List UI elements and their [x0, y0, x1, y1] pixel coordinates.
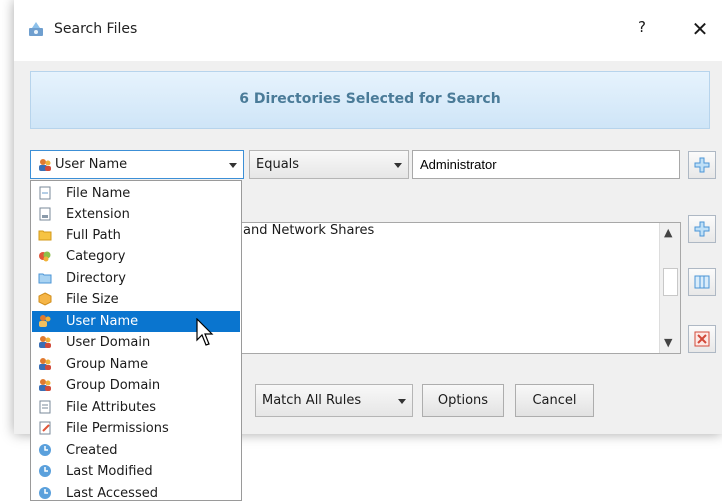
mouse-cursor-icon [196, 318, 214, 346]
dropdown-item-group-domain[interactable]: Group Domain [32, 375, 240, 396]
scroll-thumb[interactable] [663, 268, 678, 296]
dropdown-item-file-permissions[interactable]: File Permissions [32, 418, 240, 439]
match-mode-value: Match All Rules [262, 393, 362, 408]
close-button[interactable]: ✕ [687, 16, 713, 42]
title-bar: Search Files ? ✕ [14, 0, 722, 61]
dropdown-item-file-size[interactable]: File Size [32, 289, 240, 310]
dropdown-item-label: Extension [66, 207, 130, 222]
field-select-value: User Name [55, 157, 128, 172]
dropdown-item-label: Category [66, 249, 126, 264]
plus-icon [694, 221, 710, 237]
dropdown-item-file-attributes[interactable]: File Attributes [32, 397, 240, 418]
box-icon [38, 292, 52, 306]
users-icon [38, 335, 52, 349]
dropdown-item-label: Full Path [66, 228, 121, 243]
remove-item-button[interactable] [688, 325, 716, 353]
users-icon [38, 378, 52, 392]
banner-text: 6 Directories Selected for Search [239, 91, 501, 107]
category-icon [38, 249, 52, 263]
selection-banner: 6 Directories Selected for Search [30, 71, 710, 129]
clock-icon [38, 443, 52, 457]
chevron-down-icon [398, 399, 406, 404]
chevron-up-icon[interactable]: ▲ [664, 226, 672, 239]
dropdown-item-label: User Name [66, 314, 139, 329]
dropdown-item-label: File Permissions [66, 421, 169, 436]
chevron-down-icon[interactable]: ▼ [664, 336, 672, 349]
chevron-down-icon [394, 163, 402, 168]
dropdown-item-category[interactable]: Category [32, 246, 240, 267]
help-button[interactable]: ? [632, 18, 652, 42]
dropdown-item-file-name[interactable]: File Name [32, 183, 240, 204]
window-title: Search Files [54, 21, 138, 37]
app-icon [27, 20, 45, 38]
extension-icon [38, 207, 52, 221]
add-item-button[interactable] [688, 215, 716, 243]
add-rule-button[interactable] [688, 151, 716, 179]
directory-icon [38, 271, 52, 285]
dropdown-item-label: Group Domain [66, 378, 161, 393]
clock-icon [38, 486, 52, 500]
folder-icon [38, 228, 52, 242]
edit-item-button[interactable] [688, 268, 716, 296]
dropdown-item-label: Last Accessed [66, 486, 158, 501]
clock-icon [38, 464, 52, 478]
rule-value-input[interactable] [412, 150, 680, 179]
user-icon [38, 158, 52, 172]
attributes-icon [38, 400, 52, 414]
dropdown-item-label: User Domain [66, 335, 151, 350]
grid-icon [694, 275, 710, 289]
dropdown-item-label: Created [66, 443, 118, 458]
plus-icon [694, 157, 710, 173]
chevron-down-icon [229, 163, 237, 168]
dropdown-item-label: Directory [66, 271, 126, 286]
dropdown-item-label: Last Modified [66, 464, 153, 479]
operator-select[interactable]: Equals [249, 150, 409, 179]
dropdown-item-created[interactable]: Created [32, 440, 240, 461]
dropdown-item-label: File Size [66, 292, 119, 307]
match-mode-select[interactable]: Match All Rules [255, 384, 413, 417]
options-button[interactable]: Options [422, 384, 504, 417]
users-icon [38, 357, 52, 371]
dropdown-item-extension[interactable]: Extension [32, 204, 240, 225]
user-icon [38, 314, 52, 328]
permissions-icon [38, 421, 52, 435]
dropdown-item-label: Group Name [66, 357, 149, 372]
dropdown-item-label: File Attributes [66, 400, 157, 415]
list-item[interactable]: and Network Shares [243, 223, 374, 238]
dropdown-item-directory[interactable]: Directory [32, 268, 240, 289]
dropdown-item-label: File Name [66, 186, 131, 201]
delete-icon [694, 331, 710, 347]
dropdown-item-group-name[interactable]: Group Name [32, 354, 240, 375]
cancel-button[interactable]: Cancel [515, 384, 594, 417]
rules-list[interactable]: and Network Shares ▲ ▼ [215, 222, 681, 354]
dropdown-item-full-path[interactable]: Full Path [32, 225, 240, 246]
file-icon [38, 186, 52, 200]
field-select[interactable]: User Name [30, 150, 244, 179]
vertical-scrollbar[interactable]: ▲ ▼ [659, 223, 680, 353]
operator-select-value: Equals [256, 157, 300, 172]
dropdown-item-last-modified[interactable]: Last Modified [32, 461, 240, 482]
